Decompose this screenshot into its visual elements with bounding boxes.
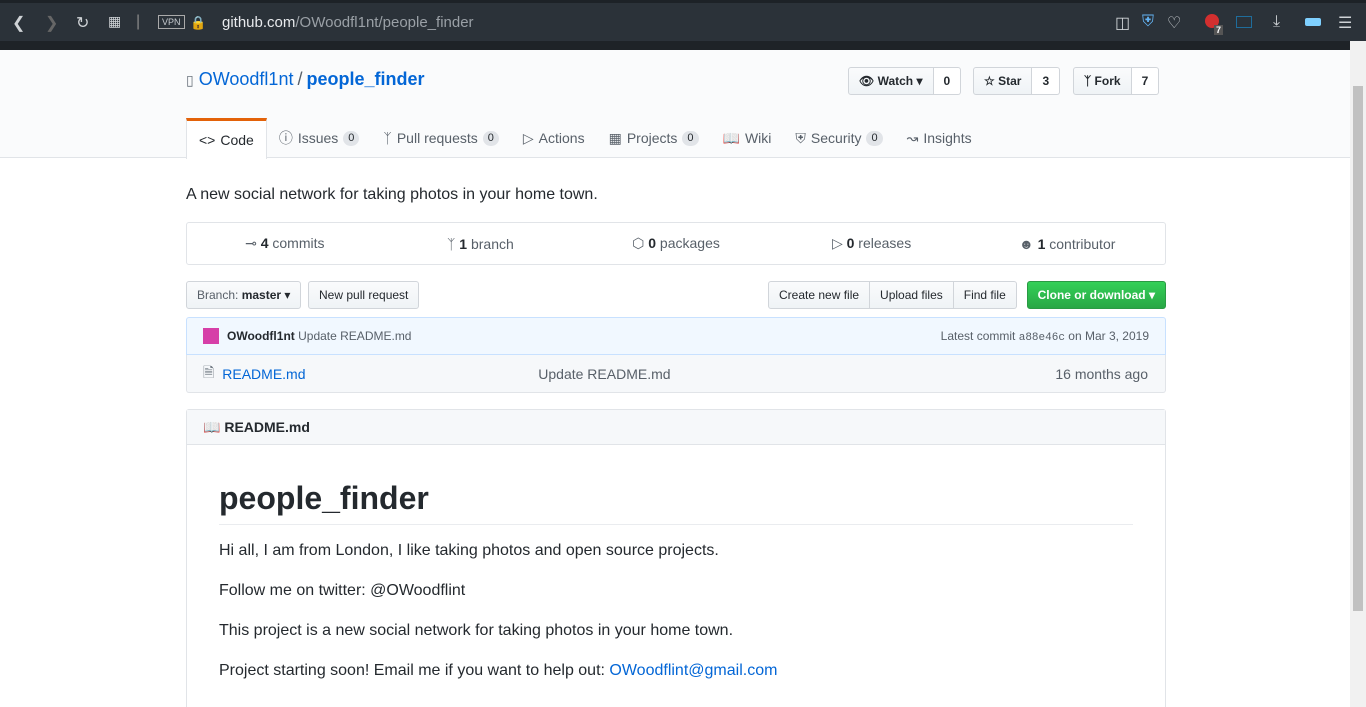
- watch-count[interactable]: 0: [933, 67, 962, 95]
- file-name-link[interactable]: README.md: [222, 366, 538, 382]
- repo-icon: ▯: [186, 72, 194, 88]
- commit-author[interactable]: OWoodfl1nt: [227, 329, 295, 343]
- avatar[interactable]: [203, 328, 219, 344]
- watch-button[interactable]: 👁 Watch ▾: [848, 67, 934, 95]
- star-button[interactable]: ☆ Star: [973, 67, 1033, 95]
- tab-code[interactable]: <> Code: [186, 118, 267, 159]
- readme-paragraph: Project starting soon! Email me if you w…: [219, 662, 778, 679]
- readme-box: 📖 README.md people_finder Hi all, I am f…: [186, 409, 1166, 707]
- adblock-count: 7: [1214, 25, 1224, 35]
- tab-security[interactable]: ⛨ Security 0: [783, 118, 894, 158]
- commit-sha[interactable]: a88e46c: [1019, 332, 1065, 344]
- readme-paragraph: Hi all, I am from London, I like taking …: [219, 542, 719, 559]
- find-file-button[interactable]: Find file: [953, 281, 1017, 309]
- fork-group: ᛉ Fork 7: [1073, 67, 1160, 95]
- owner-link[interactable]: OWoodfl1nt: [199, 69, 294, 89]
- issues-count: 0: [343, 130, 360, 146]
- file-age: 16 months ago: [1055, 365, 1148, 382]
- branches-link[interactable]: ᛉ 1 branch: [383, 236, 579, 252]
- readme-paragraph: Follow me on twitter: @OWoodflint: [219, 582, 466, 599]
- github-page: ▯ OWoodfl1nt / people_finder 👁 Watch ▾ 0 ☆ …: [0, 50, 1350, 707]
- camera-icon[interactable]: ◫: [1115, 13, 1130, 33]
- download-icon[interactable]: ⤓: [1273, 13, 1280, 31]
- commit-icon: ⊸: [245, 235, 257, 251]
- scrollbar-thumb[interactable]: [1353, 86, 1363, 611]
- tab-pull-requests[interactable]: ᛉ Pull requests 0: [371, 118, 510, 158]
- email-link[interactable]: OWoodflint@gmail.com: [609, 662, 777, 679]
- tag-icon: ▷: [831, 235, 843, 251]
- pr-count: 0: [482, 130, 499, 146]
- security-count: 0: [866, 130, 883, 146]
- tab-issues[interactable]: ⓘ Issues 0: [267, 118, 372, 158]
- repo-summary: ⊸ 4 commits ᛉ 1 branch ⬡ 0 packages ▷ 0 …: [186, 222, 1166, 265]
- readme-content: people_finder Hi all, I am from London, …: [187, 479, 1165, 683]
- star-group: ☆ Star 3: [973, 67, 1061, 95]
- tabs-grid-icon[interactable]: ▦: [108, 13, 121, 30]
- scrollbar[interactable]: [1350, 41, 1366, 707]
- code-icon: <>: [199, 132, 216, 148]
- contributors-link[interactable]: ☻ 1 contributor: [969, 236, 1165, 252]
- file-icon: 🗎: [203, 363, 215, 380]
- releases-link[interactable]: ▷ 0 releases: [774, 235, 970, 252]
- star-count[interactable]: 3: [1032, 67, 1061, 95]
- create-file-button[interactable]: Create new file: [768, 281, 871, 309]
- graph-icon: ↝: [906, 130, 919, 146]
- people-icon: ☻: [1018, 235, 1034, 252]
- tab-wiki[interactable]: 📖 Wiki: [711, 118, 784, 158]
- toolbar-strip: [0, 41, 1366, 50]
- fork-count[interactable]: 7: [1131, 67, 1160, 95]
- book-icon: 📖: [203, 419, 221, 435]
- repo-description: A new social network for taking photos i…: [186, 186, 598, 203]
- package-icon: ⬡: [632, 235, 645, 251]
- tab-insights[interactable]: ↝ Insights: [895, 118, 984, 158]
- lock-icon[interactable]: 🔒: [190, 15, 206, 31]
- branch-icon: ᛉ: [446, 235, 456, 252]
- watch-group: 👁 Watch ▾ 0: [848, 67, 962, 95]
- vpn-badge[interactable]: VPN: [158, 15, 185, 29]
- book-icon: 📖: [722, 130, 740, 146]
- settings-icon[interactable]: ☰: [1338, 13, 1352, 33]
- branch-select[interactable]: Branch: master ▾: [186, 281, 302, 309]
- projects-count: 0: [682, 130, 699, 146]
- latest-commit-label: Latest commit a88e46c on Mar 3, 2019: [940, 328, 1149, 344]
- commit-message[interactable]: Update README.md: [298, 329, 411, 343]
- forward-icon[interactable]: ❯: [45, 13, 58, 33]
- repo-name-link[interactable]: people_finder: [306, 69, 424, 89]
- pull-request-icon: ᛉ: [383, 130, 392, 146]
- fork-button[interactable]: ᛉ Fork: [1073, 67, 1132, 95]
- separator: /: [297, 69, 303, 89]
- repo-header: ▯ OWoodfl1nt / people_finder 👁 Watch ▾ 0 ☆ …: [0, 50, 1350, 159]
- battery-icon[interactable]: [1305, 18, 1321, 26]
- file-commit-message[interactable]: Update README.md: [538, 366, 670, 382]
- project-icon: ▦: [608, 130, 622, 146]
- file-actions: Create new file Upload files Find file: [768, 281, 1017, 309]
- back-icon[interactable]: ❮: [12, 13, 25, 33]
- packages-link[interactable]: ⬡ 0 packages: [578, 235, 774, 252]
- repo-tabs: <> Code ⓘ Issues 0 ᛉ Pull requests 0 ▷ Actions…: [186, 118, 984, 159]
- tab-actions[interactable]: ▷ Actions: [511, 118, 597, 158]
- shield-icon[interactable]: ⛨: [1142, 13, 1154, 31]
- file-row: 🗎 README.md Update README.md 16 months a…: [186, 355, 1166, 393]
- heart-icon[interactable]: ♡: [1167, 13, 1181, 33]
- tab-projects[interactable]: ▦ Projects 0: [597, 118, 711, 158]
- shield-icon: ⛨: [795, 130, 806, 146]
- player-icon[interactable]: [1236, 16, 1252, 28]
- address-bar[interactable]: github.com/OWoodfl1nt/people_finder: [222, 14, 474, 31]
- latest-commit-bar: OWoodfl1nt Update README.md Latest commi…: [186, 317, 1166, 355]
- browser-toolbar: ❮ ❯ ↻ ▦ | VPN 🔒 github.com/OWoodfl1nt/pe…: [0, 0, 1366, 41]
- issue-icon: ⓘ: [278, 130, 293, 146]
- upload-files-button[interactable]: Upload files: [870, 281, 954, 309]
- divider: |: [136, 13, 141, 30]
- file-toolbar: Branch: master ▾ New pull request Create…: [186, 281, 1166, 309]
- clone-download-button[interactable]: Clone or download ▾: [1026, 281, 1166, 309]
- readme-header: 📖 README.md: [187, 410, 1165, 445]
- reload-icon[interactable]: ↻: [76, 13, 89, 33]
- readme-paragraph: This project is a new social network for…: [219, 622, 734, 639]
- new-pull-request-button[interactable]: New pull request: [308, 281, 420, 309]
- commits-link[interactable]: ⊸ 4 commits: [187, 235, 383, 252]
- readme-title: people_finder: [219, 479, 1133, 525]
- play-icon: ▷: [522, 130, 534, 146]
